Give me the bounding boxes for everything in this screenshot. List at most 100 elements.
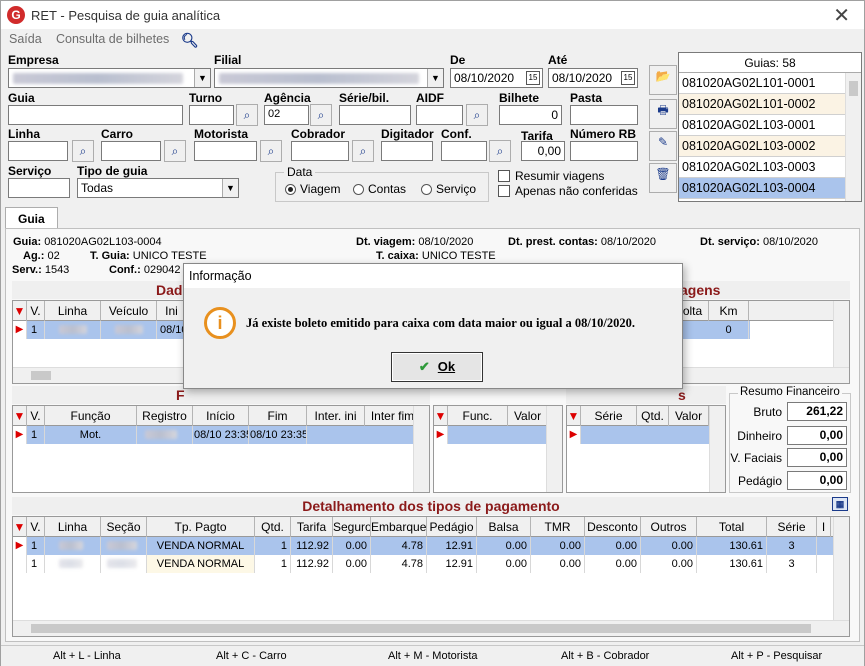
list-item[interactable]: 081020AG02L103-0001 — [679, 115, 861, 136]
col-registro[interactable]: Registro — [137, 406, 193, 426]
col-fim[interactable]: Fim — [249, 406, 307, 426]
col-v[interactable]: V. — [27, 301, 45, 321]
conf-input[interactable] — [441, 141, 487, 161]
servico-input[interactable] — [8, 178, 70, 198]
col-pedagio[interactable]: Pedágio — [427, 517, 477, 537]
tipo-guia-select[interactable]: Todas ▼ — [77, 178, 239, 198]
table-row[interactable]: ▶ — [434, 426, 546, 444]
edit-pen-icon[interactable]: ✎ — [649, 131, 677, 161]
table-row[interactable]: ▶ 1 VENDA NORMAL 1 112.92 0.00 4.78 12.9… — [13, 537, 833, 555]
chevron-down-icon[interactable]: ▼ — [194, 69, 210, 87]
binoculars-icon[interactable]: ⌕ — [466, 104, 488, 126]
calendar-icon[interactable]: 15 — [526, 71, 540, 85]
col-qtd[interactable]: Qtd. — [637, 406, 669, 426]
scroll-thumb[interactable] — [31, 624, 811, 633]
chevron-down-icon[interactable]: ▼ — [222, 179, 238, 197]
calendar-icon[interactable]: 15 — [621, 71, 635, 85]
serie-qtd-valor-grid[interactable]: ▼ Série Qtd. Valor ▶ — [566, 405, 726, 493]
col-desconto[interactable]: Desconto — [585, 517, 641, 537]
binoculars-icon[interactable]: ⌕ — [310, 104, 332, 126]
open-folder-icon[interactable]: 📂 — [649, 65, 677, 95]
numero-rb-input[interactable] — [570, 141, 638, 161]
func-valor-grid[interactable]: ▼ Func. Valor ▶ — [433, 405, 563, 493]
binoculars-icon[interactable]: ⌕ — [352, 140, 374, 162]
col-tmr[interactable]: TMR — [531, 517, 585, 537]
col-valor[interactable]: Valor — [669, 406, 709, 426]
aidf-input[interactable] — [416, 105, 463, 125]
col-inter-ini[interactable]: Inter. ini — [307, 406, 365, 426]
agencia-input[interactable]: 02 — [264, 105, 309, 125]
tarifa-input[interactable]: 0,00 — [521, 141, 565, 161]
list-item[interactable]: 081020AG02L101-0001 — [679, 73, 861, 94]
col-qtd[interactable]: Qtd. — [255, 517, 291, 537]
viagens-vscrollbar[interactable] — [833, 301, 849, 367]
guias-list[interactable]: Guias: 58 081020AG02L101-0001 081020AG02… — [678, 52, 862, 202]
print-icon[interactable]: 🖶 — [649, 99, 677, 129]
search-icon[interactable]: 🔍︎ — [181, 32, 199, 49]
binoculars-icon[interactable]: ⌕ — [164, 140, 186, 162]
funcoes-grid[interactable]: ▼ V. Função Registro Início Fim Inter. i… — [12, 405, 430, 493]
cobrador-input[interactable] — [291, 141, 349, 161]
list-item[interactable]: 081020AG02L103-0003 — [679, 157, 861, 178]
binoculars-icon[interactable]: ⌕ — [72, 140, 94, 162]
carro-input[interactable] — [101, 141, 161, 161]
col-func[interactable]: Func. — [448, 406, 508, 426]
menu-saida[interactable]: Saída — [9, 32, 42, 46]
col-seguro[interactable]: Seguro — [333, 517, 371, 537]
digitador-input[interactable] — [381, 141, 433, 161]
calendar-icon[interactable]: ▦ — [832, 497, 848, 511]
radio-servico[interactable]: Serviço — [421, 182, 476, 196]
de-date-input[interactable]: 08/10/2020 15 — [450, 68, 543, 88]
pasta-input[interactable] — [570, 105, 638, 125]
col-tp-pagto[interactable]: Tp. Pagto — [147, 517, 255, 537]
binoculars-icon[interactable]: ⌕ — [489, 140, 511, 162]
empresa-select[interactable]: ▼ — [8, 68, 211, 88]
col-total[interactable]: Total — [697, 517, 767, 537]
col-funcao[interactable]: Função — [45, 406, 137, 426]
scroll-thumb[interactable] — [849, 81, 858, 96]
col-veiculo[interactable]: Veículo — [101, 301, 157, 321]
func-valor-vscrollbar[interactable] — [546, 406, 562, 492]
binoculars-icon[interactable]: ⌕ — [260, 140, 282, 162]
col-v[interactable]: V. — [27, 406, 45, 426]
menu-consulta-bilhetes[interactable]: Consulta de bilhetes — [56, 32, 169, 46]
tab-guia[interactable]: Guia — [5, 207, 58, 229]
ate-date-input[interactable]: 08/10/2020 15 — [548, 68, 638, 88]
table-row[interactable]: ▶ — [567, 426, 709, 444]
radio-contas[interactable]: Contas — [353, 182, 406, 196]
guias-list-scrollbar[interactable] — [845, 73, 861, 201]
filial-select[interactable]: ▼ — [214, 68, 444, 88]
col-km[interactable]: Km — [709, 301, 749, 321]
col-tarifa[interactable]: Tarifa — [291, 517, 333, 537]
col-balsa[interactable]: Balsa — [477, 517, 531, 537]
col-v[interactable]: V. — [27, 517, 45, 537]
table-row[interactable]: ▶ 1 Mot. 08/10 23:35 08/10 23:35 — [13, 426, 413, 444]
guia-input[interactable] — [8, 105, 183, 125]
pagamentos-vscrollbar[interactable] — [833, 517, 849, 621]
chevron-down-icon[interactable]: ▼ — [427, 69, 443, 87]
binoculars-icon[interactable]: ⌕ — [236, 104, 258, 126]
col-secao[interactable]: Seção — [101, 517, 147, 537]
motorista-input[interactable] — [194, 141, 257, 161]
col-embarque[interactable]: Embarque — [371, 517, 427, 537]
resumir-viagens-checkbox[interactable] — [498, 170, 510, 182]
funcoes-vscrollbar[interactable] — [413, 406, 429, 492]
col-outros[interactable]: Outros — [641, 517, 697, 537]
apenas-nao-conferidas-checkbox[interactable] — [498, 185, 510, 197]
col-linha[interactable]: Linha — [45, 301, 101, 321]
trash-icon[interactable]: 🗑 — [649, 163, 677, 193]
col-valor[interactable]: Valor — [508, 406, 548, 426]
pagamentos-hscrollbar[interactable] — [13, 620, 849, 636]
list-item[interactable]: 081020AG02L103-0002 — [679, 136, 861, 157]
col-serie[interactable]: Série — [767, 517, 817, 537]
serie-bil-input[interactable] — [339, 105, 411, 125]
bilhete-input[interactable]: 0 — [499, 105, 562, 125]
col-linha[interactable]: Linha — [45, 517, 101, 537]
col-extra[interactable]: I — [817, 517, 831, 537]
list-item[interactable]: 081020AG02L101-0002 — [679, 94, 861, 115]
linha-input[interactable] — [8, 141, 68, 161]
list-item-selected[interactable]: 081020AG02L103-0004 — [679, 178, 861, 199]
scroll-thumb[interactable] — [31, 371, 51, 380]
ok-button[interactable]: ✔ Ok — [391, 352, 483, 382]
table-row[interactable]: 1 VENDA NORMAL 1 112.92 0.00 4.78 12.91 … — [13, 555, 833, 573]
